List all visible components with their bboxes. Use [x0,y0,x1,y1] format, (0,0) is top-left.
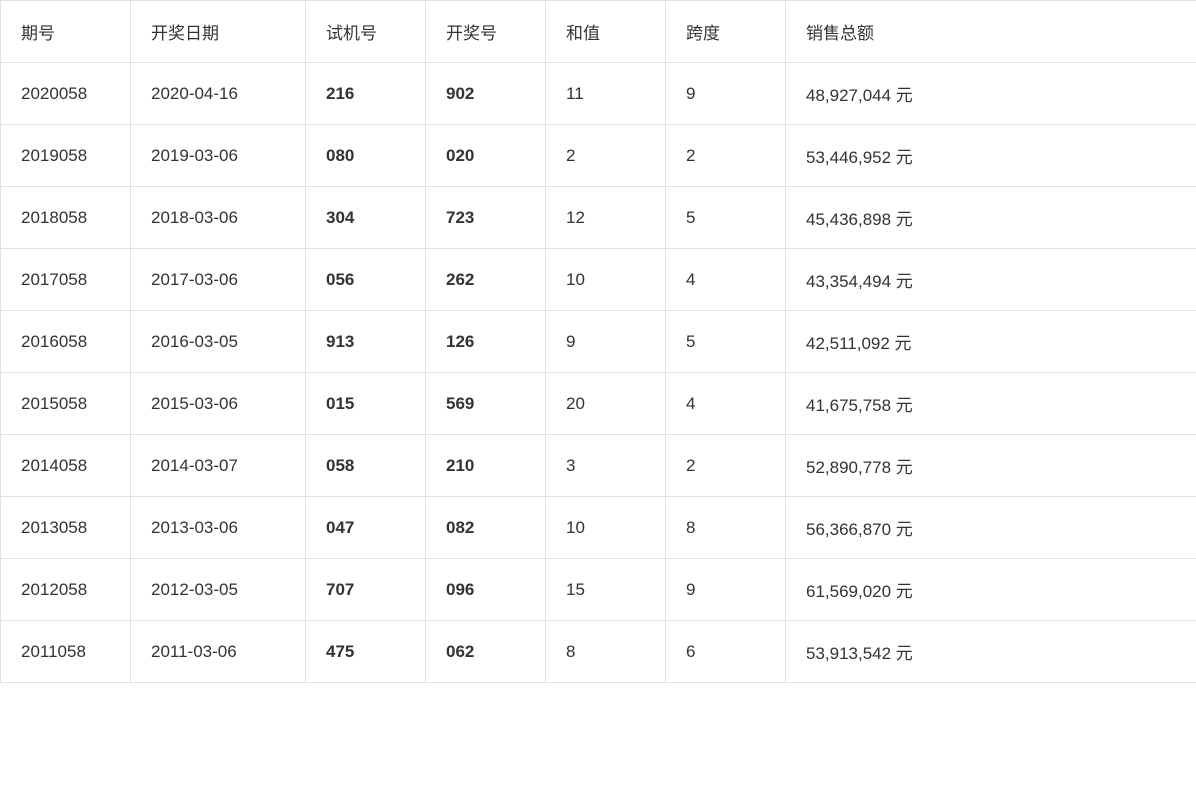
header-date: 开奖日期 [131,1,306,63]
cell-shiji: 475 [306,621,426,683]
cell-kuadu: 2 [666,125,786,187]
table-row: 20110582011-03-064750628653,913,542 元 [1,621,1196,683]
cell-date: 2019-03-06 [131,125,306,187]
cell-shiji: 707 [306,559,426,621]
cell-xiaoshou: 61,569,020 元 [786,559,1196,621]
cell-kaijia: 262 [426,249,546,311]
cell-kuadu: 8 [666,497,786,559]
cell-kuadu: 4 [666,373,786,435]
lottery-table: 期号 开奖日期 试机号 开奖号 和值 跨度 销售总额 20200582020-0… [0,0,1196,683]
cell-shiji: 047 [306,497,426,559]
cell-qihao: 2012058 [1,559,131,621]
cell-qihao: 2018058 [1,187,131,249]
cell-date: 2012-03-05 [131,559,306,621]
cell-hezhi: 12 [546,187,666,249]
cell-qihao: 2011058 [1,621,131,683]
table-header-row: 期号 开奖日期 试机号 开奖号 和值 跨度 销售总额 [1,1,1196,63]
header-kaijia: 开奖号 [426,1,546,63]
cell-kaijia: 210 [426,435,546,497]
cell-qihao: 2016058 [1,311,131,373]
cell-date: 2013-03-06 [131,497,306,559]
cell-qihao: 2019058 [1,125,131,187]
cell-xiaoshou: 56,366,870 元 [786,497,1196,559]
table-row: 20180582018-03-0630472312545,436,898 元 [1,187,1196,249]
cell-hezhi: 11 [546,63,666,125]
header-xiaoshou: 销售总额 [786,1,1196,63]
table-row: 20140582014-03-070582103252,890,778 元 [1,435,1196,497]
cell-kaijia: 096 [426,559,546,621]
cell-hezhi: 8 [546,621,666,683]
cell-kaijia: 062 [426,621,546,683]
cell-date: 2018-03-06 [131,187,306,249]
cell-qihao: 2014058 [1,435,131,497]
header-qihao: 期号 [1,1,131,63]
header-hezhi: 和值 [546,1,666,63]
cell-kuadu: 9 [666,63,786,125]
cell-shiji: 015 [306,373,426,435]
cell-date: 2020-04-16 [131,63,306,125]
cell-date: 2017-03-06 [131,249,306,311]
table-row: 20160582016-03-059131269542,511,092 元 [1,311,1196,373]
cell-kuadu: 9 [666,559,786,621]
cell-kuadu: 6 [666,621,786,683]
cell-kuadu: 5 [666,187,786,249]
cell-shiji: 080 [306,125,426,187]
cell-xiaoshou: 45,436,898 元 [786,187,1196,249]
table-row: 20150582015-03-0601556920441,675,758 元 [1,373,1196,435]
cell-kaijia: 902 [426,63,546,125]
cell-xiaoshou: 43,354,494 元 [786,249,1196,311]
cell-hezhi: 9 [546,311,666,373]
cell-shiji: 056 [306,249,426,311]
table-row: 20170582017-03-0605626210443,354,494 元 [1,249,1196,311]
cell-kuadu: 5 [666,311,786,373]
cell-shiji: 058 [306,435,426,497]
cell-xiaoshou: 52,890,778 元 [786,435,1196,497]
cell-shiji: 304 [306,187,426,249]
cell-qihao: 2013058 [1,497,131,559]
header-kuadu: 跨度 [666,1,786,63]
cell-xiaoshou: 42,511,092 元 [786,311,1196,373]
cell-kaijia: 723 [426,187,546,249]
cell-kaijia: 020 [426,125,546,187]
cell-kaijia: 569 [426,373,546,435]
cell-hezhi: 2 [546,125,666,187]
cell-qihao: 2020058 [1,63,131,125]
cell-shiji: 913 [306,311,426,373]
cell-kuadu: 2 [666,435,786,497]
cell-hezhi: 10 [546,497,666,559]
cell-hezhi: 20 [546,373,666,435]
cell-hezhi: 3 [546,435,666,497]
cell-date: 2016-03-05 [131,311,306,373]
cell-kuadu: 4 [666,249,786,311]
header-shiji: 试机号 [306,1,426,63]
cell-kaijia: 082 [426,497,546,559]
cell-xiaoshou: 53,913,542 元 [786,621,1196,683]
cell-xiaoshou: 53,446,952 元 [786,125,1196,187]
cell-date: 2014-03-07 [131,435,306,497]
table-container: 期号 开奖日期 试机号 开奖号 和值 跨度 销售总额 20200582020-0… [0,0,1196,786]
cell-qihao: 2015058 [1,373,131,435]
cell-kaijia: 126 [426,311,546,373]
cell-qihao: 2017058 [1,249,131,311]
cell-date: 2015-03-06 [131,373,306,435]
cell-shiji: 216 [306,63,426,125]
cell-date: 2011-03-06 [131,621,306,683]
table-row: 20120582012-03-0570709615961,569,020 元 [1,559,1196,621]
cell-xiaoshou: 41,675,758 元 [786,373,1196,435]
cell-xiaoshou: 48,927,044 元 [786,63,1196,125]
table-row: 20190582019-03-060800202253,446,952 元 [1,125,1196,187]
table-row: 20130582013-03-0604708210856,366,870 元 [1,497,1196,559]
cell-hezhi: 15 [546,559,666,621]
table-row: 20200582020-04-1621690211948,927,044 元 [1,63,1196,125]
cell-hezhi: 10 [546,249,666,311]
